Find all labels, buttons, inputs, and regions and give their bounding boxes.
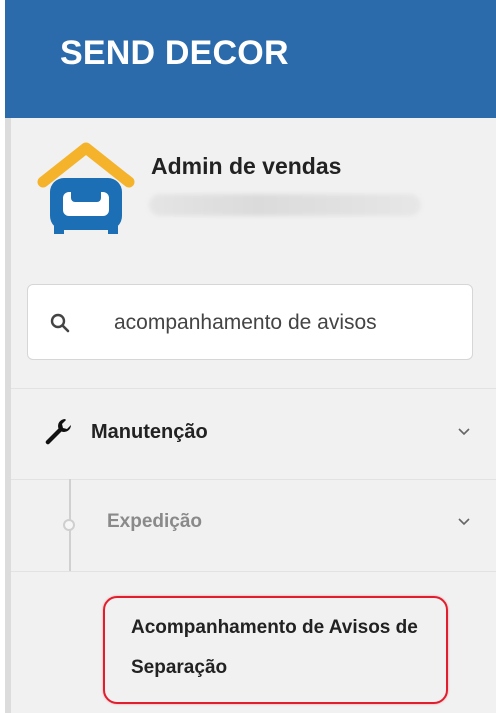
- search-input[interactable]: [114, 303, 464, 343]
- sidebar-item-label: Manutenção: [91, 421, 208, 443]
- wrench-icon: [45, 419, 71, 445]
- armchair-house-icon: [37, 142, 135, 234]
- user-subtitle-blurred: [149, 194, 421, 216]
- chevron-down-icon[interactable]: [457, 425, 471, 439]
- tree-node-dot: [63, 519, 75, 531]
- sidebar-item-label: Expedição: [107, 511, 203, 532]
- user-panel: Admin de vendas: [11, 118, 496, 268]
- sidebar-item-label: Acompanhamento de Avisos de Separação: [131, 617, 418, 678]
- brand-title[interactable]: SEND DECOR: [60, 34, 289, 73]
- search-icon: [50, 313, 70, 333]
- sidebar-item-acompanhamento-avisos-separacao[interactable]: Acompanhamento de Avisos de Separação: [103, 596, 448, 704]
- user-name: Admin de vendas: [151, 153, 342, 179]
- top-header-bar: SEND DECOR: [5, 0, 496, 118]
- sidebar-item-manutencao[interactable]: Manutenção: [11, 389, 496, 479]
- divider: [11, 571, 496, 572]
- sidebar: Admin de vendas Manutenção Expedição Aco…: [5, 118, 496, 713]
- sidebar-item-expedicao[interactable]: Expedição: [11, 479, 496, 571]
- chevron-down-icon[interactable]: [457, 515, 471, 529]
- menu-search-box[interactable]: [27, 284, 473, 360]
